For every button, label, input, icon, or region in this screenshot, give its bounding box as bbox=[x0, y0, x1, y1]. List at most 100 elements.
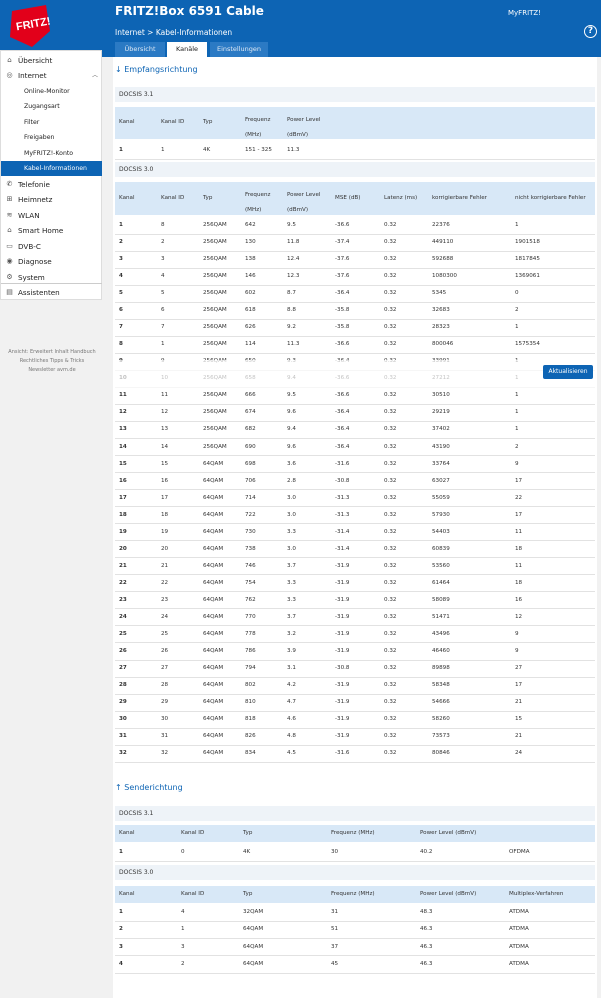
down-docsis30-cell: 592688 bbox=[432, 256, 454, 263]
down-docsis30-row bbox=[115, 609, 595, 627]
sidebar-item-diagnose[interactable]: ◉ Diagnose bbox=[1, 254, 102, 269]
down-docsis30-cell: 4.2 bbox=[287, 682, 296, 689]
down-docsis30-cell: 0.32 bbox=[384, 579, 397, 586]
down-docsis30-cell: -37.4 bbox=[335, 239, 350, 246]
sidebar-item-filter[interactable]: Filter bbox=[1, 115, 102, 130]
down-docsis30-cell: 27 bbox=[515, 665, 523, 672]
chevron-up-icon[interactable]: ︿ bbox=[92, 68, 98, 83]
sidebar-item--bersicht[interactable]: ⌂ Übersicht bbox=[1, 53, 102, 68]
down-docsis30-cell: 0.32 bbox=[384, 596, 397, 603]
sidebar-item-label: WLAN bbox=[18, 211, 40, 220]
down-docsis30-cell: 22376 bbox=[432, 222, 450, 228]
down-docsis30-cell: 55059 bbox=[432, 494, 450, 501]
down-docsis30-cell: 26 bbox=[161, 648, 169, 654]
help-icon[interactable]: ? bbox=[584, 25, 597, 38]
sidebar: ⌂ Übersicht ◎ Internet ︿ Online-Monitor Zugang… bbox=[0, 50, 102, 300]
down-docsis30-cell: 618 bbox=[245, 307, 256, 314]
down-docsis30-cell: 27 bbox=[161, 665, 169, 672]
down-docsis30-cell: 0.32 bbox=[384, 665, 397, 672]
sidebar-item-myfritz-konto[interactable]: MyFRITZ!-Konto bbox=[1, 146, 102, 161]
down-docsis31-header-row bbox=[115, 107, 595, 139]
down-docsis30-cell: 18 bbox=[119, 511, 127, 518]
down-docsis30-cell: 64QAM bbox=[203, 630, 224, 637]
sidebar-item-freigaben[interactable]: Freigaben bbox=[1, 130, 102, 145]
sidebar-item-telefonie[interactable]: ✆ Telefonie bbox=[1, 177, 102, 192]
footer-line: Rechtliches Tipps & Tricks bbox=[0, 357, 104, 366]
sidebar-item-kabel-informationen[interactable]: Kabel-Informationen bbox=[1, 161, 102, 176]
fritz-logo[interactable]: FRITZ! bbox=[6, 1, 54, 49]
down-docsis30-cell: 9.2 bbox=[287, 324, 296, 331]
down-docsis30-cell: -31.3 bbox=[335, 494, 350, 501]
sidebar-item-dvb-c[interactable]: ▭ DVB-C bbox=[1, 239, 102, 254]
down-docsis30-cell: 12 bbox=[161, 409, 169, 416]
down-docsis30-cell: 37402 bbox=[432, 426, 450, 433]
footer-link[interactable]: Tipps & Tricks bbox=[50, 358, 84, 364]
down-docsis30-cell: 826 bbox=[245, 733, 256, 740]
sidebar-item-smart-home[interactable]: ⌂ Smart Home bbox=[1, 223, 102, 238]
down-docsis30-cell: 11 bbox=[515, 528, 523, 535]
footer-link[interactable]: Newsletter bbox=[28, 367, 55, 373]
tab-einstellungen[interactable]: Einstellungen bbox=[210, 42, 268, 57]
footer-link[interactable]: Rechtliches bbox=[20, 358, 49, 364]
up-docsis30-cell: 3 bbox=[181, 943, 185, 950]
down-docsis30-row bbox=[115, 541, 595, 559]
up-docsis30-cell: 2 bbox=[181, 960, 185, 967]
sidebar-item-wlan[interactable]: ≋ WLAN bbox=[1, 208, 102, 223]
down-docsis30-cell: 64QAM bbox=[203, 716, 224, 723]
sidebar-item-assistenten[interactable]: ▤ Assistenten bbox=[1, 285, 102, 300]
footer-link[interactable]: Inhalt bbox=[54, 349, 68, 355]
down-docsis30-cell: 16 bbox=[161, 477, 169, 484]
down-docsis30-cell: 626 bbox=[245, 324, 256, 331]
phone-icon: ✆ bbox=[6, 180, 13, 188]
up-docsis30-cell: 4 bbox=[181, 909, 185, 915]
down-docsis30-cell: 146 bbox=[245, 273, 256, 280]
down-docsis30-cell: 3.3 bbox=[287, 528, 296, 535]
footer-link[interactable]: avm.de bbox=[57, 367, 76, 373]
down-docsis30-col-header: Kanal ID bbox=[161, 194, 185, 201]
down-docsis30-cell: 51471 bbox=[432, 613, 450, 620]
down-docsis30-cell: 2.8 bbox=[287, 477, 296, 484]
system-icon: ⚙ bbox=[6, 273, 13, 281]
up-docsis30-cell: 48.3 bbox=[420, 909, 433, 915]
down-docsis30-cell: 1 bbox=[119, 222, 123, 228]
up-docsis30-cell: 2 bbox=[119, 926, 123, 933]
down-docsis30-cell: 64QAM bbox=[203, 596, 224, 603]
down-docsis30-cell: 64QAM bbox=[203, 733, 224, 740]
wifi-icon: ≋ bbox=[6, 211, 13, 219]
down-docsis30-cell: 80846 bbox=[432, 750, 450, 757]
sidebar-item-online-monitor[interactable]: Online-Monitor bbox=[1, 84, 102, 99]
down-docsis30-cell: 25 bbox=[119, 630, 127, 637]
tab-kanaele[interactable]: Kanäle bbox=[167, 42, 207, 57]
up-docsis30-label: DOCSIS 3.0 bbox=[115, 865, 595, 880]
down-docsis30-cell: 14 bbox=[161, 443, 169, 450]
sidebar-footer: Ansicht: Erweitert Inhalt Handbuch Rechtl… bbox=[0, 348, 104, 374]
myfritz-link[interactable]: MyFRITZ! bbox=[508, 9, 541, 17]
top-header: FRITZ! FRITZ!Box 6591 Cable MyFRITZ! ? I… bbox=[0, 0, 601, 57]
scroll-overlay bbox=[115, 360, 595, 388]
down-docsis30-cell: 1575354 bbox=[515, 341, 540, 348]
refresh-button[interactable]: Aktualisieren bbox=[543, 365, 593, 379]
down-docsis30-row bbox=[115, 626, 595, 644]
tab-uebersicht[interactable]: Übersicht bbox=[115, 42, 165, 57]
up-docsis30-cell: 37 bbox=[331, 943, 339, 950]
sidebar-item-internet[interactable]: ◎ Internet ︿ bbox=[1, 68, 102, 83]
diagnose-icon: ◉ bbox=[6, 257, 13, 265]
down-docsis30-cell: 1 bbox=[515, 392, 519, 399]
breadcrumb[interactable]: Internet > Kabel-Informationen bbox=[115, 28, 232, 37]
footer-link[interactable]: Handbuch bbox=[70, 349, 95, 355]
down-docsis30-cell: 0.32 bbox=[384, 545, 397, 552]
sidebar-item-label: Telefonie bbox=[18, 180, 50, 189]
sidebar-item-heimnetz[interactable]: ⊞ Heimnetz bbox=[1, 192, 102, 207]
down-docsis30-cell: -36.6 bbox=[335, 392, 350, 399]
sidebar-item-label: Assistenten bbox=[18, 288, 60, 297]
down-docsis30-cell: 0.32 bbox=[384, 750, 397, 757]
down-docsis30-cell: 0.32 bbox=[384, 341, 397, 348]
footer-link[interactable]: Ansicht: Erweitert bbox=[8, 349, 53, 355]
sidebar-item-zugangsart[interactable]: Zugangsart bbox=[1, 99, 102, 114]
down-docsis30-cell: -31.9 bbox=[335, 596, 350, 603]
down-docsis30-cell: 32683 bbox=[432, 307, 450, 314]
down-docsis30-cell: 16 bbox=[119, 477, 127, 484]
down-docsis30-cell: 13 bbox=[161, 426, 169, 433]
down-docsis30-cell: 0.32 bbox=[384, 477, 397, 484]
down-docsis30-cell: 14 bbox=[119, 443, 127, 450]
